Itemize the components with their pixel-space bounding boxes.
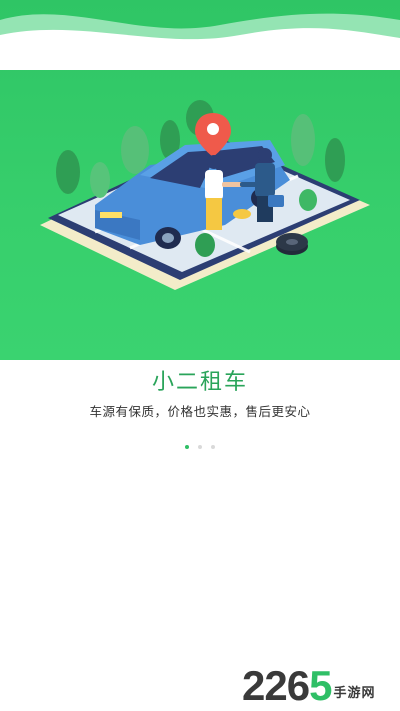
tire-icon xyxy=(276,233,308,255)
watermark-logo: 2265 手游网 xyxy=(242,657,392,707)
pager-dot-2[interactable] xyxy=(198,445,202,449)
pager-indicator xyxy=(0,445,400,453)
map-marker-dot xyxy=(233,209,251,219)
hero-banner xyxy=(0,0,400,360)
pager-dot-1[interactable] xyxy=(185,445,189,449)
plant xyxy=(291,114,315,166)
briefcase-icon xyxy=(268,195,284,207)
watermark-text: 手游网 xyxy=(333,686,376,701)
plant xyxy=(299,189,317,211)
plant xyxy=(325,138,345,182)
hero-wave xyxy=(0,13,400,70)
plant xyxy=(121,126,149,174)
pager-dot-3[interactable] xyxy=(211,445,215,449)
plant-left xyxy=(56,150,80,194)
plant xyxy=(195,233,215,257)
watermark-number: 2265 xyxy=(242,662,332,709)
plant xyxy=(90,162,110,198)
page-title: 小二租车 xyxy=(151,370,248,395)
page-subtitle: 车源有保质，价格也实惠，售后更安心 xyxy=(89,404,311,419)
